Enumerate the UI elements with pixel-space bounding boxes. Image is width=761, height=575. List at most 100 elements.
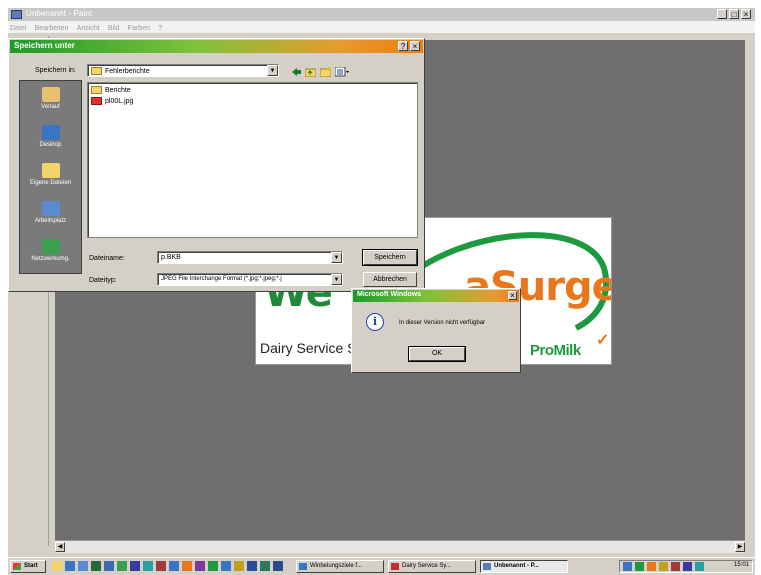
quicklaunch-app-icon[interactable] (117, 561, 127, 571)
cancel-button[interactable]: Abbrechen (363, 272, 417, 287)
desktop-icon (41, 125, 60, 140)
look-in-value: Fehlerberichte (105, 67, 150, 75)
quicklaunch-app-icon[interactable] (91, 561, 101, 571)
info-icon: i (366, 313, 384, 331)
vertical-scrollbar[interactable] (746, 36, 754, 546)
folder-icon (91, 67, 102, 75)
quicklaunch-folder-icon[interactable] (52, 561, 62, 571)
chevron-down-icon[interactable]: ▼ (267, 65, 278, 76)
quicklaunch-desktop-icon[interactable] (78, 561, 88, 571)
menu-edit[interactable]: Bearbeiten (35, 25, 69, 32)
taskbar-button[interactable]: Dairy Service Sy... (388, 560, 476, 573)
my-computer-icon (41, 201, 60, 216)
tray-app-icon[interactable] (659, 562, 668, 571)
windows-logo-icon (13, 563, 21, 570)
up-folder-icon[interactable] (305, 67, 316, 77)
jpg-file-icon (91, 97, 102, 105)
tray-app-icon[interactable] (683, 562, 692, 571)
minimize-button[interactable]: _ (717, 9, 727, 19)
tray-app-icon[interactable] (671, 562, 680, 571)
file-list[interactable]: Berichte pl00L.jpg (87, 82, 418, 238)
quicklaunch-app-icon[interactable] (221, 561, 231, 571)
save-dialog-close-button[interactable]: × (410, 41, 420, 51)
tray-antivirus-icon[interactable] (635, 562, 644, 571)
quicklaunch-app-icon[interactable] (260, 561, 270, 571)
look-in-dropdown[interactable]: Fehlerberichte ▼ (87, 64, 279, 77)
horizontal-scrollbar[interactable]: ◀ ▶ (55, 540, 745, 553)
quicklaunch-app-icon[interactable] (234, 561, 244, 571)
quicklaunch-app-icon[interactable] (195, 561, 205, 571)
quicklaunch-app-icon[interactable] (247, 561, 257, 571)
place-my-computer[interactable]: Arbeitsplatz (20, 201, 81, 224)
filetype-label: Dateityp: (89, 277, 117, 284)
save-as-dialog: Speichern unter ? × Speichern in: Fehler… (8, 38, 425, 292)
taskbar-button[interactable]: Winbelungsziele f... (296, 560, 384, 573)
artwork-brand: ProMilk (530, 342, 581, 359)
clock[interactable]: 15:01 (734, 562, 749, 568)
list-item[interactable]: pl00L.jpg (91, 97, 133, 105)
quicklaunch-app-icon[interactable] (182, 561, 192, 571)
filetype-dropdown[interactable]: JPEG File Interchange Format (*.jpg;*.jp… (157, 273, 343, 286)
main-titlebar[interactable]: Unbenannt - Paint _ □ × (8, 8, 755, 21)
close-button[interactable]: × (741, 9, 751, 19)
scroll-right-arrow-icon[interactable]: ▶ (735, 542, 745, 552)
taskbar: Start Winbelungsziele f... Dairy Service… (8, 557, 755, 575)
taskbar-button-active[interactable]: Unbenannt - P... (480, 560, 568, 573)
quicklaunch-app-icon[interactable] (156, 561, 166, 571)
menu-file[interactable]: Datei (10, 25, 26, 32)
paint-app-icon (483, 563, 491, 570)
history-icon (41, 87, 60, 102)
chevron-down-icon[interactable]: ▼ (331, 274, 342, 285)
maximize-button[interactable]: □ (729, 9, 739, 19)
start-button[interactable]: Start (10, 560, 46, 573)
quicklaunch-app-icon[interactable] (104, 561, 114, 571)
window-title: Unbenannt - Paint (26, 9, 93, 18)
place-history[interactable]: Verlauf (20, 87, 81, 110)
folder-icon (91, 86, 102, 94)
paint-app-icon (11, 10, 22, 19)
system-tray: 15:01 (619, 560, 753, 573)
place-my-documents[interactable]: Eigene Dateien (20, 163, 81, 186)
filetype-value: JPEG File Interchange Format (*.jpg;*.jp… (161, 276, 282, 282)
menu-bar: Datei Bearbeiten Ansicht Bild Farben ? (8, 21, 755, 33)
quicklaunch-app-icon[interactable] (169, 561, 179, 571)
view-menu-icon[interactable] (335, 67, 349, 77)
place-network[interactable]: Netzwerkumg. (20, 239, 81, 262)
message-box: Microsoft Windows × i In dieser Version … (351, 288, 521, 373)
message-box-titlebar[interactable]: Microsoft Windows × (353, 290, 519, 302)
save-dialog-title: Speichern unter (14, 41, 75, 50)
message-box-title: Microsoft Windows (357, 291, 422, 298)
back-icon[interactable] (291, 67, 302, 77)
tray-volume-icon[interactable] (695, 562, 704, 571)
tray-network-icon[interactable] (623, 562, 632, 571)
word-document-icon (299, 563, 307, 570)
filename-value: p.BKB (161, 254, 181, 261)
ok-button[interactable]: OK (408, 346, 466, 362)
quicklaunch-app-icon[interactable] (130, 561, 140, 571)
quicklaunch-app-icon[interactable] (143, 561, 153, 571)
message-box-close-button[interactable]: × (508, 291, 517, 300)
message-text: In dieser Version nicht verfügbar (399, 320, 486, 326)
powerpoint-icon (391, 563, 399, 570)
new-folder-icon[interactable] (320, 67, 331, 77)
menu-view[interactable]: Ansicht (77, 25, 100, 32)
my-documents-icon (41, 163, 60, 178)
save-button[interactable]: Speichern (362, 249, 418, 266)
quicklaunch-app-icon[interactable] (208, 561, 218, 571)
places-bar: Verlauf Desktop Eigene Dateien Arbeitspl… (19, 80, 82, 274)
place-desktop[interactable]: Desktop (20, 125, 81, 148)
menu-image[interactable]: Bild (108, 25, 120, 32)
list-item[interactable]: Berichte (91, 86, 131, 94)
help-button[interactable]: ? (398, 41, 408, 51)
menu-colors[interactable]: Farben (128, 25, 150, 32)
artwork-tagline: Dairy Service S (260, 340, 357, 356)
save-dialog-titlebar[interactable]: Speichern unter ? × (10, 40, 423, 53)
menu-help[interactable]: ? (158, 25, 162, 32)
filename-field[interactable]: p.BKB ▼ (157, 251, 343, 264)
network-icon (41, 239, 60, 254)
scroll-left-arrow-icon[interactable]: ◀ (55, 542, 65, 552)
tray-app-icon[interactable] (647, 562, 656, 571)
quicklaunch-app-icon[interactable] (273, 561, 283, 571)
chevron-down-icon[interactable]: ▼ (331, 252, 342, 263)
quicklaunch-ie-icon[interactable] (65, 561, 75, 571)
